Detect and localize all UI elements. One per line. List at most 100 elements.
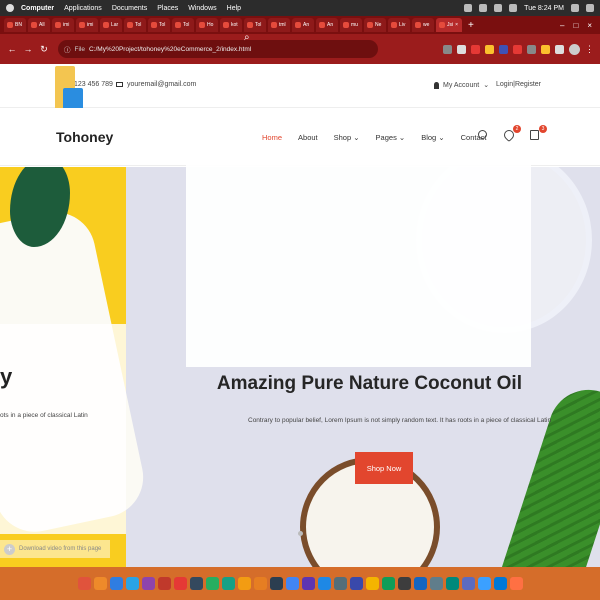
menu-list-icon[interactable]: [586, 4, 594, 12]
dock-app-icon[interactable]: [237, 577, 251, 590]
dock-app-icon[interactable]: [173, 577, 187, 590]
dock-app-icon[interactable]: [509, 577, 523, 590]
dock-app-icon[interactable]: [221, 577, 235, 590]
dock-app-icon[interactable]: [285, 577, 299, 590]
spotlight-icon[interactable]: [571, 4, 579, 12]
dock-app-icon[interactable]: [445, 577, 459, 590]
dock-app-icon[interactable]: [301, 577, 315, 590]
dock-app-icon[interactable]: [317, 577, 331, 590]
site-logo[interactable]: Tohoney: [56, 129, 113, 145]
puzzle-icon[interactable]: [555, 44, 564, 54]
reload-icon[interactable]: ↻: [38, 44, 50, 55]
profile-avatar[interactable]: [569, 43, 580, 55]
dock-app-icon[interactable]: [125, 577, 139, 590]
extension-icon[interactable]: [527, 44, 536, 54]
kebab-menu-icon[interactable]: ⋮: [585, 44, 594, 55]
nav-shop[interactable]: Shop ⌄: [334, 133, 360, 142]
new-tab-button[interactable]: +: [468, 20, 474, 31]
system-logo-icon[interactable]: [6, 4, 14, 12]
login-register-link[interactable]: Login|Register: [496, 81, 541, 88]
tab-close-icon[interactable]: ×: [455, 22, 458, 28]
back-icon[interactable]: ←: [6, 44, 18, 54]
minimize-icon[interactable]: –: [560, 21, 564, 30]
menu-documents[interactable]: Documents: [112, 5, 147, 12]
menu-applications[interactable]: Applications: [64, 5, 102, 12]
dock-app-icon[interactable]: [493, 577, 507, 590]
menu-places[interactable]: Places: [157, 5, 178, 12]
browser-tab[interactable]: All: [28, 18, 50, 32]
dock-app-icon[interactable]: [269, 577, 283, 590]
dock-app-icon[interactable]: [365, 577, 379, 590]
wifi-icon[interactable]: [479, 4, 488, 12]
dock-app-icon[interactable]: [157, 577, 171, 590]
dock-app-icon[interactable]: [413, 577, 427, 590]
browser-tab[interactable]: imi: [52, 18, 74, 32]
nav-home[interactable]: Home: [262, 133, 282, 142]
forward-icon[interactable]: →: [22, 44, 34, 54]
share-icon[interactable]: [443, 44, 452, 54]
dock-app-icon[interactable]: [253, 577, 267, 590]
url-text[interactable]: C:/My%20Project/tohoney%20eCommerce_2/in…: [89, 46, 251, 53]
cart-button[interactable]: 3: [530, 125, 547, 142]
browser-tab[interactable]: Tol: [172, 18, 194, 32]
browser-tab[interactable]: Tol: [244, 18, 266, 32]
dock-app-icon[interactable]: [189, 577, 203, 590]
bluetooth-icon[interactable]: [464, 4, 473, 12]
dock-app-icon[interactable]: [333, 577, 347, 590]
search-icon[interactable]: ⌕: [244, 32, 250, 43]
menu-computer[interactable]: Computer: [21, 5, 54, 12]
browser-tab[interactable]: Lar: [100, 18, 122, 32]
browser-tab[interactable]: An: [316, 18, 338, 32]
slider-dot[interactable]: [298, 531, 303, 536]
dock-app-icon[interactable]: [477, 577, 491, 590]
extension-icon[interactable]: [513, 44, 522, 54]
nav-pages[interactable]: Pages ⌄: [376, 133, 406, 142]
close-window-icon[interactable]: ×: [587, 21, 592, 30]
battery-icon[interactable]: [509, 4, 518, 12]
download-video-bar[interactable]: + Download video from this page: [0, 540, 110, 558]
browser-tab[interactable]: BN: [4, 18, 26, 32]
browser-tab[interactable]: Liv: [388, 18, 410, 32]
dock-app-icon[interactable]: [109, 577, 123, 590]
browser-tab-active[interactable]: Jsi ×: [436, 18, 462, 32]
wishlist-button[interactable]: 2: [501, 125, 521, 143]
search-button[interactable]: [478, 130, 490, 142]
info-icon[interactable]: ⓘ: [64, 44, 71, 54]
dock-app-icon[interactable]: [397, 577, 411, 590]
dock-app-icon[interactable]: [93, 577, 107, 590]
dock-app-icon[interactable]: [205, 577, 219, 590]
extension-icon[interactable]: [485, 44, 494, 54]
volume-icon[interactable]: [494, 4, 503, 12]
my-account-dropdown[interactable]: My Account ⌄: [434, 81, 489, 89]
dock-app-icon[interactable]: [381, 577, 395, 590]
browser-tab[interactable]: An: [292, 18, 314, 32]
dock-app-icon[interactable]: [349, 577, 363, 590]
dock-app-icon[interactable]: [461, 577, 475, 590]
browser-tab[interactable]: Tol: [148, 18, 170, 32]
extension-icon[interactable]: [499, 44, 508, 54]
clock[interactable]: Tue 8:24 PM: [524, 5, 564, 12]
browser-tab[interactable]: tml: [268, 18, 290, 32]
menu-windows[interactable]: Windows: [188, 5, 216, 12]
browser-tab[interactable]: Tol: [124, 18, 146, 32]
address-bar[interactable]: ⓘ File C:/My%20Project/tohoney%20eCommer…: [58, 40, 378, 58]
shop-now-button[interactable]: Shop Now: [355, 452, 413, 484]
browser-tab[interactable]: imi: [76, 18, 98, 32]
dock-app-icon[interactable]: [141, 577, 155, 590]
browser-tab[interactable]: Ho: [196, 18, 218, 32]
maximize-icon[interactable]: □: [573, 21, 578, 30]
menu-help[interactable]: Help: [227, 5, 241, 12]
nav-about[interactable]: About: [298, 133, 318, 142]
dock-app-icon[interactable]: [77, 577, 91, 590]
browser-tab[interactable]: Ne: [364, 18, 386, 32]
browser-tab[interactable]: mu: [340, 18, 362, 32]
extension-icon[interactable]: [541, 44, 550, 54]
bookmark-star-icon[interactable]: [457, 44, 466, 54]
account-label: My Account: [443, 81, 480, 89]
dock-app-icon[interactable]: [429, 577, 443, 590]
browser-tab[interactable]: we: [412, 18, 434, 32]
tab-favicon-icon: [439, 22, 445, 28]
nav-blog[interactable]: Blog ⌄: [421, 133, 444, 142]
browser-tab[interactable]: kot: [220, 18, 242, 32]
extension-icon[interactable]: [471, 44, 480, 54]
